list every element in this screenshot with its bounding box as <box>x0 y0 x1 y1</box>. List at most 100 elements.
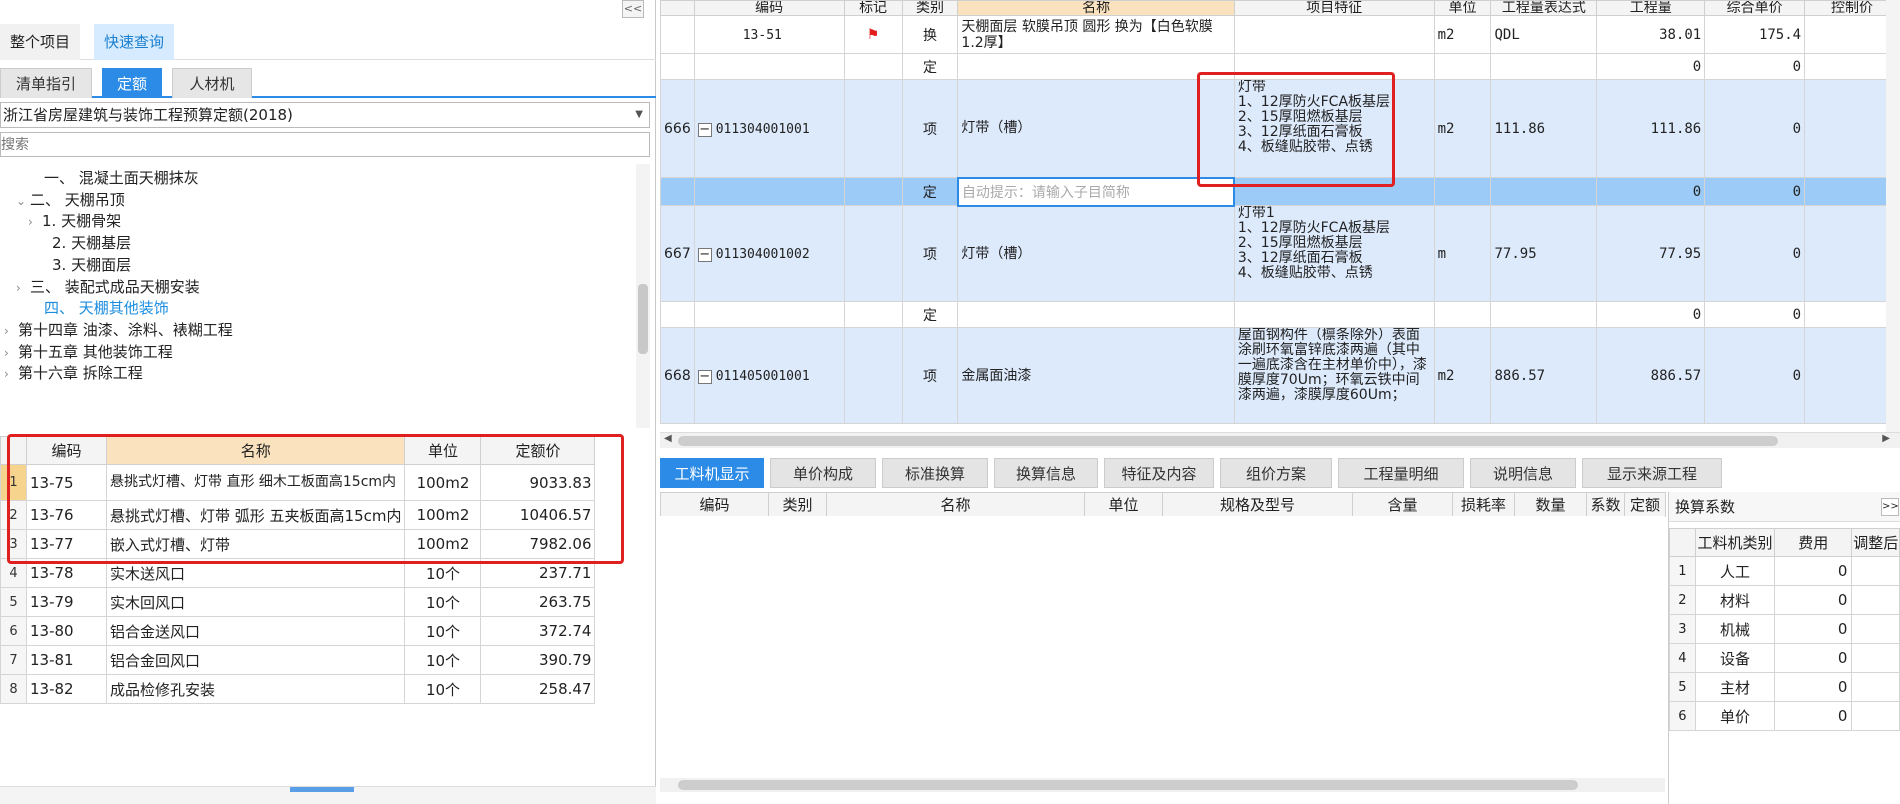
grid-row[interactable]: 13-51 ⚑ 换天棚面层 软膜吊顶 圆形 换为【白色软膜1.2厚】 m2 QDL 38.… <box>660 15 1900 54</box>
grid-row[interactable]: 定自动提示：请输入子目简称 0 0 <box>660 176 1900 207</box>
mark-cell[interactable] <box>843 327 903 424</box>
feature-cell[interactable]: 屋面钢构件（檩条除外）表面涂刷环氧富锌底漆两遍（其中一遍底漆含在主材单价中），漆… <box>1233 327 1435 424</box>
mark-cell[interactable] <box>843 177 903 206</box>
chevron-right-icon[interactable]: › <box>4 361 18 387</box>
feature-cell[interactable] <box>1233 177 1435 206</box>
name-cell[interactable]: 金属面油漆 <box>957 327 1235 424</box>
grid-vertical-scrollbar[interactable] <box>1886 0 1900 432</box>
detail-col-header[interactable]: 含量 <box>1352 492 1453 517</box>
col-quantity[interactable]: 工程量 <box>1596 0 1706 16</box>
name-cell[interactable]: 天棚面层 软膜吊顶 圆形 换为【白色软膜1.2厚】 <box>957 15 1235 54</box>
detail-horizontal-scrollbar[interactable] <box>660 778 1665 792</box>
name-cell[interactable]: 灯带（槽） <box>957 205 1235 302</box>
expression-cell[interactable]: 111.86 <box>1490 79 1598 178</box>
coef-row[interactable]: 1 人工 0 <box>1669 556 1900 586</box>
detail-tab[interactable]: 工程量明细 <box>1338 458 1464 488</box>
coef-row[interactable]: 5 主材 0 <box>1669 672 1900 702</box>
expression-cell[interactable]: 886.57 <box>1490 327 1598 424</box>
feature-cell[interactable]: 灯带1 1、12厚防火FCA板基层 2、15厚阻燃板基层 3、12厚纸面石膏板 … <box>1233 205 1435 302</box>
coef-row[interactable]: 2 材料 0 <box>1669 585 1900 615</box>
name-input-placeholder[interactable]: 自动提示：请输入子目简称 <box>962 185 1130 201</box>
detail-tab[interactable]: 特征及内容 <box>1104 458 1214 488</box>
fee-cell[interactable]: 0 <box>1774 614 1853 644</box>
adjusted-cell[interactable] <box>1851 643 1900 673</box>
coef-row[interactable]: 4 设备 0 <box>1669 643 1900 673</box>
col-code[interactable]: 编码 <box>26 436 107 465</box>
tree-item[interactable]: › 第十六章 拆除工程 <box>4 360 143 386</box>
col-category[interactable]: 工料机类别 <box>1694 528 1776 557</box>
table-row[interactable]: 1 13-75 悬挑式灯槽、灯带 直形 细木工板面高15cm内 100m2 9033.8… <box>0 464 596 501</box>
tab-whole-project[interactable]: 整个项目 <box>0 24 81 60</box>
col-code[interactable]: 编码 <box>693 0 845 16</box>
fee-cell[interactable]: 0 <box>1774 556 1853 586</box>
detail-tab[interactable]: 标准换算 <box>882 458 988 488</box>
collapse-icon[interactable]: − <box>697 247 712 262</box>
detail-tab[interactable]: 说明信息 <box>1470 458 1576 488</box>
mark-cell[interactable] <box>843 301 903 328</box>
tree-scrollbar[interactable] <box>636 164 650 428</box>
table-row[interactable]: 3 13-77 嵌入式灯槽、灯带 100m2 7982.06 <box>0 529 596 559</box>
expand-panel-button[interactable]: >> <box>1881 498 1899 516</box>
detail-tab[interactable]: 工料机显示 <box>660 458 764 488</box>
table-row[interactable]: 5 13-79 实木回风口 10个 263.75 <box>0 587 596 617</box>
fee-cell[interactable]: 0 <box>1774 701 1853 731</box>
coef-row[interactable]: 3 机械 0 <box>1669 614 1900 644</box>
detail-col-header[interactable]: 单位 <box>1084 492 1163 517</box>
detail-tab[interactable]: 显示来源工程 <box>1582 458 1722 488</box>
detail-col-header[interactable]: 规格及型号 <box>1162 492 1353 517</box>
fee-cell[interactable]: 0 <box>1774 672 1853 702</box>
tab-labor-material-machine[interactable]: 人材机 <box>172 68 252 98</box>
col-price[interactable]: 定额价 <box>480 436 596 465</box>
adjusted-cell[interactable] <box>1851 585 1900 615</box>
coef-row[interactable]: 6 单价 0 <box>1669 701 1900 731</box>
mark-cell[interactable] <box>843 79 903 178</box>
name-cell[interactable] <box>957 53 1235 80</box>
tab-quota[interactable]: 定额 <box>102 68 162 98</box>
fee-cell[interactable]: 0 <box>1774 585 1853 615</box>
search-input[interactable] <box>0 132 650 157</box>
mark-cell[interactable] <box>843 205 903 302</box>
expression-cell[interactable] <box>1490 301 1598 328</box>
table-row[interactable]: 2 13-76 悬挑式灯槽、灯带 弧形 五夹板面高15cm内 100m2 10406.5… <box>0 500 596 530</box>
col-adjusted[interactable]: 调整后 <box>1851 528 1900 557</box>
fee-cell[interactable]: 0 <box>1774 643 1853 673</box>
feature-cell[interactable] <box>1233 53 1435 80</box>
adjusted-cell[interactable] <box>1851 556 1900 586</box>
detail-col-header[interactable]: 名称 <box>826 492 1085 517</box>
grid-row[interactable]: 666−011304001001 项灯带（槽） 灯带 1、12厚防火FCA板基层 2… <box>660 79 1900 178</box>
quota-library-select[interactable]: 浙江省房屋建筑与装饰工程预算定额(2018) ▼ <box>0 102 650 128</box>
name-cell[interactable] <box>957 301 1235 328</box>
col-name[interactable]: 名称 <box>105 436 406 465</box>
expression-cell[interactable]: 77.95 <box>1490 205 1598 302</box>
detail-col-header[interactable]: 编码 <box>660 492 769 517</box>
chevron-right-icon[interactable]: › <box>16 275 30 301</box>
detail-tab[interactable]: 换算信息 <box>994 458 1098 488</box>
col-type[interactable]: 类别 <box>901 0 959 16</box>
detail-tab[interactable]: 单价构成 <box>770 458 876 488</box>
expression-cell[interactable] <box>1490 177 1598 206</box>
grid-horizontal-scrollbar[interactable]: ◀ ▶ <box>660 432 1900 448</box>
adjusted-cell[interactable] <box>1851 672 1900 702</box>
mark-cell[interactable] <box>843 53 903 80</box>
grid-row[interactable]: 定 00 <box>660 301 1900 328</box>
grid-row[interactable]: 定 00 <box>660 53 1900 80</box>
expression-cell[interactable]: QDL <box>1490 15 1598 54</box>
detail-col-header[interactable]: 系数 <box>1586 492 1625 517</box>
col-mark[interactable]: 标记 <box>843 0 903 16</box>
feature-cell[interactable] <box>1233 15 1435 54</box>
col-unit-price[interactable]: 综合单价 <box>1704 0 1806 16</box>
col-feature[interactable]: 项目特征 <box>1233 0 1435 16</box>
table-row[interactable]: 7 13-81 铝合金回风口 10个 390.79 <box>0 645 596 675</box>
grid-row[interactable]: 667−011304001002 项灯带（槽） 灯带1 1、12厚防火FCA板基层 … <box>660 205 1900 302</box>
detail-col-header[interactable]: 定额 <box>1624 492 1666 517</box>
adjusted-cell[interactable] <box>1851 701 1900 731</box>
table-row[interactable]: 8 13-82 成品检修孔安装 10个 258.47 <box>0 674 596 704</box>
detail-col-header[interactable]: 类别 <box>768 492 827 517</box>
feature-cell[interactable] <box>1233 301 1435 328</box>
name-cell[interactable]: 灯带（槽） <box>957 79 1235 178</box>
scroll-right-icon[interactable]: ▶ <box>1882 433 1890 444</box>
col-fee[interactable]: 费用 <box>1774 528 1853 557</box>
col-unit[interactable]: 单位 <box>1433 0 1492 16</box>
name-cell[interactable]: 自动提示：请输入子目简称 <box>956 176 1236 207</box>
flag-icon[interactable]: ⚑ <box>843 15 903 54</box>
